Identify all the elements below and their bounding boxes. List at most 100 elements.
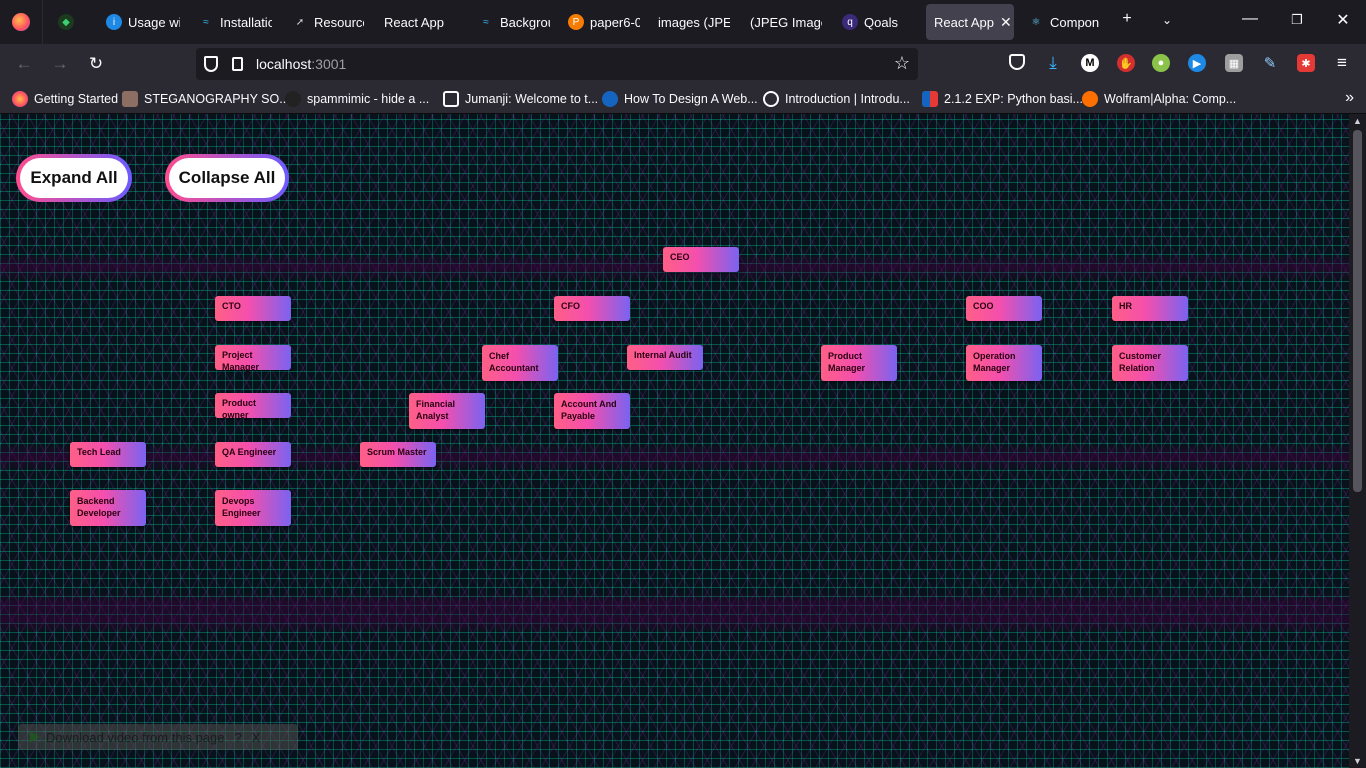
tab-label: Qoals <box>864 14 898 30</box>
org-node-qa-engineer[interactable]: QA Engineer <box>215 442 291 467</box>
image-icon <box>443 91 459 107</box>
tab-label: paper6-0 <box>590 14 640 30</box>
org-node-backend-developer[interactable]: Backend Developer <box>70 490 146 526</box>
org-node-coo[interactable]: COO <box>966 296 1042 321</box>
minimize-icon[interactable]: — <box>1238 10 1262 28</box>
reload-icon[interactable]: ↻ <box>84 52 108 76</box>
tailwind-icon: ≈ <box>483 16 489 28</box>
eyedropper-extension-icon[interactable]: ✎ <box>1261 54 1279 72</box>
book-icon <box>922 91 938 107</box>
tab-label: React App <box>934 14 994 30</box>
org-node-operation-manager[interactable]: Operation Manager <box>966 345 1042 381</box>
bookmark-item[interactable]: STEGANOGRAPHY SO... <box>122 90 290 108</box>
page-icon[interactable] <box>232 57 243 71</box>
adblock-extension-icon[interactable]: ✋ <box>1117 54 1135 72</box>
video-extension-icon[interactable]: ▶ <box>1188 54 1206 72</box>
tab-installation[interactable]: ≈ Installatio <box>190 4 272 40</box>
firefox-menu-icon[interactable] <box>12 13 30 31</box>
bug-extension-icon[interactable]: ✱ <box>1297 54 1315 72</box>
bookmark-star-icon[interactable]: ☆ <box>894 53 910 74</box>
org-node-hr[interactable]: HR <box>1112 296 1188 321</box>
expand-all-button[interactable]: Expand All <box>16 154 132 202</box>
scrollbar-thumb[interactable] <box>1353 130 1362 492</box>
close-tab-icon[interactable]: ✕ <box>1000 14 1012 31</box>
scroll-down-icon[interactable]: ▼ <box>1349 756 1366 766</box>
org-node-scrum-master[interactable]: Scrum Master <box>360 442 436 467</box>
download-icon[interactable]: ⤓ <box>1044 53 1062 72</box>
org-node-ceo[interactable]: CEO <box>663 247 739 272</box>
org-node-internal-audit[interactable]: Internal Audit <box>627 345 703 370</box>
tab-pinned[interactable]: ◆ <box>50 4 80 40</box>
org-node-chef-accountant[interactable]: Chef Accountant <box>482 345 558 381</box>
vertical-scrollbar[interactable]: ▲ ▼ <box>1349 114 1366 768</box>
tab-jpeg-image[interactable]: (JPEG Image, <box>742 4 822 40</box>
bookmark-item[interactable]: Getting Started <box>12 90 118 108</box>
tab-components[interactable]: ⚛ Compon <box>1020 4 1100 40</box>
restore-icon[interactable]: ❐ <box>1285 12 1309 28</box>
tab-usage[interactable]: i Usage wi <box>98 4 180 40</box>
list-all-tabs-icon[interactable]: ⌄ <box>1155 13 1179 27</box>
menu-icon[interactable]: ≡ <box>1333 53 1351 72</box>
org-node-tech-lead[interactable]: Tech Lead <box>70 442 146 467</box>
org-node-cto[interactable]: CTO <box>215 296 291 321</box>
rocket-icon: ➚ <box>295 16 305 28</box>
org-node-product-owner[interactable]: Product owner <box>215 393 291 420</box>
bookmark-item[interactable]: Jumanji: Welcome to t... <box>443 90 598 108</box>
bookmark-item[interactable]: 2.1.2 EXP: Python basi... <box>922 90 1083 108</box>
org-node-project-manager[interactable]: Project Manager <box>215 345 291 372</box>
download-video-label: Download video from this page <box>46 729 225 745</box>
tab-images[interactable]: images (JPEG <box>650 4 730 40</box>
org-node-cfo[interactable]: CFO <box>554 296 630 321</box>
url-host: localhost <box>256 56 312 72</box>
org-node-product-manager[interactable]: Product Manager <box>821 345 897 381</box>
bookmark-item[interactable]: Introduction | Introdu... <box>763 90 910 108</box>
collapse-all-button[interactable]: Collapse All <box>165 154 289 202</box>
page-content: Expand All Collapse All CEO CTO CFO COO … <box>0 114 1366 768</box>
org-node-devops-engineer[interactable]: Devops Engineer <box>215 490 291 526</box>
bookmark-label: Getting Started <box>34 92 119 106</box>
tab-separator <box>42 0 43 44</box>
qoals-icon: q <box>842 14 858 30</box>
tab-background[interactable]: ≈ Backgrou <box>470 4 550 40</box>
forward-icon[interactable]: → <box>48 52 72 76</box>
bookmark-label: 2.1.2 EXP: Python basi... <box>944 92 1083 106</box>
bookmark-item[interactable]: spammimic - hide a ... <box>285 90 429 108</box>
bookmark-item[interactable]: How To Design A Web... <box>602 90 758 108</box>
download-video-bar[interactable]: Download video from this page ? X <box>18 724 298 750</box>
bookmark-item[interactable]: Wolfram|Alpha: Comp... <box>1082 90 1236 108</box>
image-extension-icon[interactable]: ▦ <box>1225 54 1243 72</box>
tab-label: Usage wi <box>128 14 180 30</box>
tab-qoals[interactable]: q Qoals <box>834 4 914 40</box>
medium-extension-icon[interactable]: M <box>1081 54 1099 72</box>
shield-icon[interactable] <box>204 56 218 72</box>
tab-label: Compon <box>1050 14 1100 30</box>
more-bookmarks-icon[interactable]: » <box>1345 89 1354 107</box>
info-icon: i <box>106 14 122 30</box>
back-icon[interactable]: ← <box>12 52 36 76</box>
color-extension-icon[interactable]: ● <box>1152 54 1170 72</box>
url-port: :3001 <box>311 56 347 72</box>
org-node-financial-analyst[interactable]: Financial Analyst <box>409 393 485 429</box>
help-icon[interactable]: ? <box>235 730 242 745</box>
navigation-bar: ← → ↻ localhost:3001 ☆ ⤓ M ✋ ● ▶ ▦ ✎ ✱ ≡ <box>0 44 1366 84</box>
url-text[interactable]: localhost:3001 <box>256 56 346 72</box>
close-window-icon[interactable]: ✕ <box>1331 10 1355 30</box>
tab-resource[interactable]: ➚ Resource <box>284 4 364 40</box>
bookmark-label: Wolfram|Alpha: Comp... <box>1104 92 1237 106</box>
org-node-customer-relation[interactable]: Customer Relation <box>1112 345 1188 381</box>
close-icon[interactable]: X <box>252 730 261 745</box>
react-icon: ⚛ <box>1031 16 1041 28</box>
paper-icon: P <box>568 14 584 30</box>
scroll-up-icon[interactable]: ▲ <box>1349 116 1366 126</box>
address-bar[interactable]: localhost:3001 ☆ <box>196 48 918 80</box>
org-node-account-and-payable[interactable]: Account And Payable <box>554 393 630 429</box>
leaf-icon: ◆ <box>58 14 74 30</box>
tailwind-icon: ≈ <box>203 16 209 28</box>
new-tab-icon[interactable]: + <box>1115 10 1139 28</box>
pocket-icon[interactable] <box>1009 54 1025 70</box>
background-band <box>0 444 1349 470</box>
tab-react-app-active[interactable]: React App ✕ <box>926 4 1014 40</box>
tab-paper[interactable]: P paper6-0 <box>560 4 640 40</box>
tab-label: React App <box>384 14 444 30</box>
tab-react-app-1[interactable]: React App <box>376 4 458 40</box>
